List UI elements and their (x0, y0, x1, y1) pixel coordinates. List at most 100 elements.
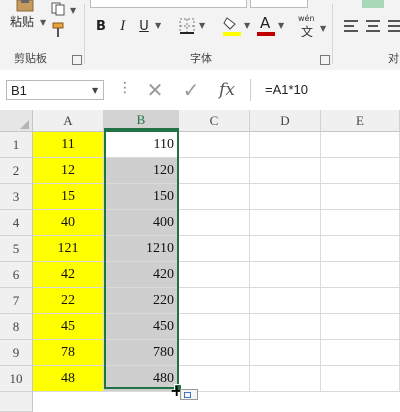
empty-cell[interactable] (179, 288, 250, 314)
cell-a[interactable]: 15 (33, 184, 104, 210)
paste-button[interactable]: 粘贴 (10, 13, 34, 30)
row-header[interactable]: 1 (0, 132, 33, 158)
formula-input[interactable]: =A1*10 (250, 79, 400, 101)
cell-b[interactable]: 480 (104, 366, 179, 392)
empty-cell[interactable] (179, 210, 250, 236)
cell-a[interactable]: 12 (33, 158, 104, 184)
empty-cell[interactable] (179, 262, 250, 288)
paste-dropdown-icon[interactable]: ▼ (40, 18, 46, 27)
cell-a[interactable]: 40 (33, 210, 104, 236)
empty-cell[interactable] (179, 158, 250, 184)
align-bottom-icon[interactable] (388, 20, 400, 34)
cancel-icon[interactable]: ✕ (142, 78, 168, 102)
row-header[interactable]: 5 (0, 236, 33, 262)
column-header-b[interactable]: B (104, 110, 179, 132)
cell-b[interactable]: 1210 (104, 236, 179, 262)
empty-cell[interactable] (250, 210, 321, 236)
empty-cell[interactable] (321, 210, 400, 236)
bold-button[interactable]: B (94, 17, 108, 35)
wrap-text-icon[interactable] (362, 0, 384, 8)
fill-color-dropdown-icon[interactable]: ▼ (244, 21, 250, 30)
empty-cell[interactable] (179, 184, 250, 210)
cell-b[interactable]: 450 (104, 314, 179, 340)
empty-cell[interactable] (321, 262, 400, 288)
cell-a[interactable]: 121 (33, 236, 104, 262)
row-header[interactable]: 2 (0, 158, 33, 184)
cell-b[interactable]: 120 (104, 158, 179, 184)
column-header-a[interactable]: A (33, 110, 104, 132)
row-header[interactable]: 4 (0, 210, 33, 236)
column-header-c[interactable]: C (179, 110, 250, 132)
empty-cell[interactable] (179, 340, 250, 366)
cell-a[interactable]: 22 (33, 288, 104, 314)
borders-icon[interactable] (178, 17, 196, 35)
empty-cell[interactable] (321, 132, 400, 158)
clipboard-launcher-icon[interactable] (72, 55, 82, 65)
cell-a[interactable]: 78 (33, 340, 104, 366)
align-top-icon[interactable] (344, 20, 358, 34)
empty-cell[interactable] (179, 314, 250, 340)
empty-cell[interactable] (321, 288, 400, 314)
cell-a[interactable]: 48 (33, 366, 104, 392)
empty-cell[interactable] (321, 366, 400, 392)
cell-b[interactable]: 780 (104, 340, 179, 366)
row-header[interactable]: 9 (0, 340, 33, 366)
empty-cell[interactable] (250, 184, 321, 210)
font-launcher-icon[interactable] (320, 55, 330, 65)
font-name-box[interactable] (90, 0, 247, 8)
cell-b[interactable]: 110 (104, 132, 179, 158)
fill-color-icon[interactable] (222, 15, 242, 37)
borders-dropdown-icon[interactable]: ▼ (199, 21, 205, 30)
font-color-dropdown-icon[interactable]: ▼ (278, 21, 284, 30)
empty-cell[interactable] (250, 132, 321, 158)
font-color-button[interactable]: A (256, 14, 276, 36)
phonetic-dropdown-icon[interactable]: ▼ (320, 24, 326, 33)
underline-dropdown-icon[interactable]: ▼ (155, 21, 161, 30)
row-header[interactable]: 8 (0, 314, 33, 340)
copy-icon[interactable] (50, 2, 68, 16)
italic-button[interactable]: I (117, 17, 129, 35)
row-header[interactable]: 3 (0, 184, 33, 210)
empty-cell[interactable] (321, 340, 400, 366)
cell-b[interactable]: 150 (104, 184, 179, 210)
empty-cell[interactable] (321, 314, 400, 340)
row-header[interactable] (0, 392, 33, 412)
cell-a[interactable]: 42 (33, 262, 104, 288)
empty-cell[interactable] (179, 236, 250, 262)
cell-b[interactable]: 420 (104, 262, 179, 288)
empty-cell[interactable] (250, 366, 321, 392)
empty-cell[interactable] (250, 288, 321, 314)
row-header[interactable]: 6 (0, 262, 33, 288)
format-painter-icon[interactable] (50, 22, 68, 38)
empty-cell[interactable] (250, 340, 321, 366)
insert-function-icon[interactable]: fx (214, 80, 240, 100)
paste-icon[interactable] (14, 0, 36, 12)
copy-dropdown-icon[interactable]: ▼ (70, 6, 76, 15)
underline-button[interactable]: U (137, 17, 151, 35)
name-box-dropdown-icon[interactable]: ▼ (92, 86, 98, 95)
row-header[interactable]: 7 (0, 288, 33, 314)
auto-fill-options-icon[interactable] (180, 389, 198, 400)
cell-a[interactable]: 45 (33, 314, 104, 340)
cell-a[interactable]: 11 (33, 132, 104, 158)
align-middle-icon[interactable] (366, 20, 380, 34)
cell-b[interactable]: 220 (104, 288, 179, 314)
empty-cell[interactable] (250, 236, 321, 262)
name-box[interactable]: B1 (6, 80, 104, 100)
phonetic-button[interactable]: wén 文 (298, 14, 320, 39)
font-color-letter: A (260, 14, 271, 32)
empty-cell[interactable] (321, 158, 400, 184)
empty-cell[interactable] (250, 158, 321, 184)
empty-cell[interactable] (321, 236, 400, 262)
empty-cell[interactable] (179, 132, 250, 158)
font-size-box[interactable] (250, 0, 308, 8)
row-header[interactable]: 10 (0, 366, 33, 392)
column-header-d[interactable]: D (250, 110, 321, 132)
empty-cell[interactable] (250, 262, 321, 288)
column-header-e[interactable]: E (321, 110, 400, 132)
formula-bar-grip-icon[interactable]: ⋮ (118, 80, 132, 96)
empty-cell[interactable] (321, 184, 400, 210)
enter-icon[interactable]: ✓ (178, 78, 204, 102)
empty-cell[interactable] (250, 314, 321, 340)
cell-b[interactable]: 400 (104, 210, 179, 236)
